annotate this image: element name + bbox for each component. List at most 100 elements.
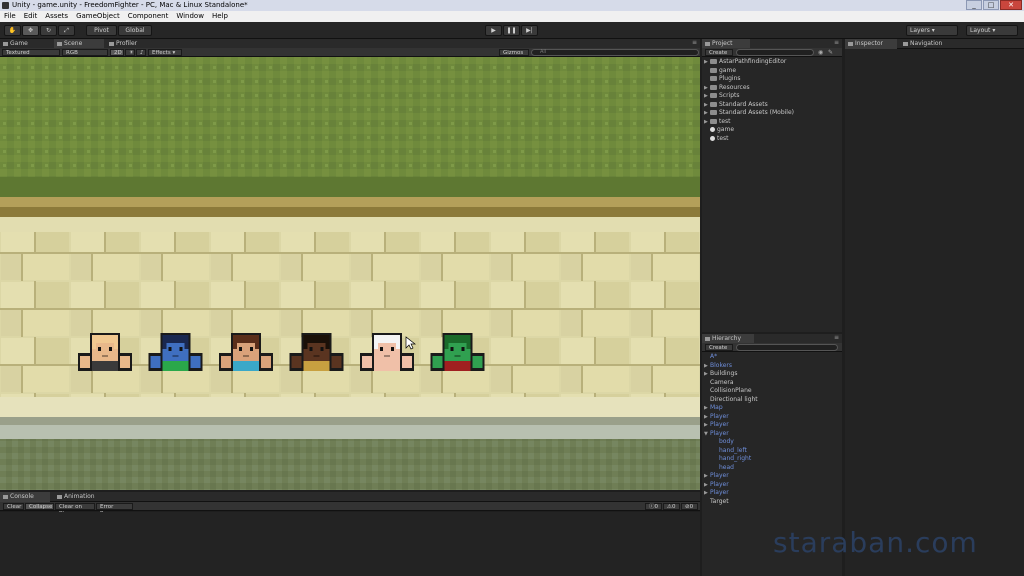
play-button[interactable]: ▶ (485, 25, 502, 36)
rotate-tool-button[interactable]: ↻ (40, 25, 57, 36)
tab-profiler-label: Profiler (116, 40, 138, 47)
eye (391, 347, 394, 351)
hierarchy-item[interactable]: A* (704, 353, 842, 362)
console-clear-on-play-button[interactable]: Clear on Play (55, 503, 95, 517)
mouth (102, 355, 108, 357)
error-count-toggle[interactable]: ⊘0 (681, 503, 698, 510)
filter-label-icon[interactable]: ✎ (828, 48, 833, 57)
hierarchy-item[interactable]: ▶ Blokers (704, 362, 842, 371)
maximize-button[interactable]: □ (983, 0, 999, 10)
console-collapse-button[interactable]: Collapse (25, 503, 54, 510)
hierarchy-item[interactable]: ▶ Buildings (704, 370, 842, 379)
layers-dropdown[interactable]: Layers ▾ (906, 25, 958, 36)
step-button[interactable]: ▶| (521, 25, 538, 36)
panel-menu-icon[interactable]: ≡ (834, 39, 839, 46)
render-mode-dropdown[interactable]: Textured (2, 49, 60, 56)
hierarchy-item-label: Player (710, 421, 729, 428)
project-item[interactable]: game (704, 126, 842, 135)
project-item[interactable]: Plugins (704, 75, 842, 84)
hierarchy-item[interactable]: ▶ Player (704, 421, 842, 430)
hierarchy-item[interactable]: ▶ Player (704, 413, 842, 422)
project-item-label: Resources (719, 83, 750, 91)
hierarchy-item[interactable]: Target (704, 498, 842, 507)
hierarchy-item[interactable]: ▶ Map (704, 404, 842, 413)
hierarchy-item[interactable]: body (704, 438, 842, 447)
scale-tool-button[interactable]: ⤢ (58, 25, 75, 36)
hierarchy-item[interactable]: hand_left (704, 447, 842, 456)
unity-scene-icon (710, 127, 715, 132)
menu-window[interactable]: Window (176, 11, 204, 22)
hierarchy-item[interactable]: ▶ Player (704, 489, 842, 498)
hierarchy-search-input[interactable] (736, 344, 838, 351)
hierarchy-item[interactable]: ▶ Player (704, 472, 842, 481)
console-log-area[interactable] (0, 512, 700, 576)
project-item[interactable]: ▶ AstarPathfindingEditor (704, 58, 842, 67)
project-item[interactable]: game (704, 67, 842, 76)
project-item-label: Standard Assets (719, 100, 768, 108)
project-create-button[interactable]: Create ▾ (705, 49, 733, 63)
menu-edit[interactable]: Edit (24, 11, 38, 22)
console-error-pause-button[interactable]: Error Pause (96, 503, 133, 517)
project-search-input[interactable] (736, 49, 814, 56)
audio-toggle[interactable]: ♪ (136, 49, 146, 56)
hierarchy-item[interactable]: ▼ Player (704, 430, 842, 439)
console-clear-button[interactable]: Clear (3, 503, 24, 510)
hierarchy-item[interactable]: head (704, 464, 842, 473)
project-item[interactable]: ▶ Resources (704, 84, 842, 93)
project-item[interactable]: ▶ Standard Assets (Mobile) (704, 109, 842, 118)
color-mode-dropdown[interactable]: RGB (62, 49, 108, 56)
menu-component[interactable]: Component (128, 11, 169, 22)
warning-count-toggle[interactable]: ⚠0 (663, 503, 680, 510)
layout-dropdown[interactable]: Layout ▾ (966, 25, 1018, 36)
hair (444, 335, 471, 343)
tab-inspector[interactable]: Inspector (845, 39, 897, 49)
panel-menu-icon[interactable]: ≡ (692, 39, 697, 46)
move-tool-button[interactable]: ✥ (22, 25, 39, 36)
log-count-toggle[interactable]: ⓘ0 (645, 503, 662, 510)
gizmos-dropdown[interactable]: Gizmos ▾ (499, 49, 529, 63)
hierarchy-item[interactable]: Directional light (704, 396, 842, 405)
hierarchy-item[interactable]: CollisionPlane (704, 387, 842, 396)
lighting-toggle[interactable]: ☀ (125, 49, 135, 56)
pivot-toggle[interactable]: Pivot (86, 25, 117, 36)
tab-console[interactable]: Console (0, 492, 50, 502)
menu-gameobject[interactable]: GameObject (76, 11, 120, 22)
folder-icon (710, 110, 717, 115)
scene-search-input[interactable]: All (531, 49, 699, 56)
hand-right (331, 356, 342, 368)
folder-icon (710, 67, 717, 73)
project-item[interactable]: ▶ Standard Assets (704, 101, 842, 110)
project-item[interactable]: ▶ Scripts (704, 92, 842, 101)
menu-file[interactable]: File (4, 11, 16, 22)
hair-side (255, 343, 259, 349)
filter-type-icon[interactable]: ◉ (818, 48, 823, 57)
project-item[interactable]: ▶ test (704, 118, 842, 127)
eye (109, 347, 112, 351)
global-toggle[interactable]: Global (118, 25, 152, 36)
menu-help[interactable]: Help (212, 11, 228, 22)
hierarchy-item-label: Directional light (710, 395, 758, 403)
pivot-label: Pivot (94, 27, 109, 34)
animation-icon (57, 495, 62, 499)
hierarchy-item-label: Buildings (710, 370, 738, 377)
close-button[interactable]: ✕ (1000, 0, 1022, 10)
pause-button[interactable]: ❚❚ (503, 25, 520, 36)
menu-bar: File Edit Assets GameObject Component Wi… (0, 11, 1024, 22)
hand-tool-button[interactable]: ✋ (4, 25, 21, 36)
minimize-button[interactable]: _ (966, 0, 982, 10)
project-item[interactable]: test (704, 135, 842, 144)
2d-toggle[interactable]: 2D (110, 49, 124, 56)
effects-dropdown[interactable]: Effects ▾ (148, 49, 182, 56)
mouth (384, 355, 390, 357)
project-item-label: Plugins (719, 75, 741, 82)
tab-navigation[interactable]: Navigation (900, 39, 958, 49)
hierarchy-item[interactable]: Camera (704, 379, 842, 388)
tab-animation[interactable]: Animation (54, 492, 110, 502)
hair-side (444, 343, 449, 349)
panel-menu-icon[interactable]: ≡ (834, 334, 839, 341)
hierarchy-item[interactable]: ▶ Player (704, 481, 842, 490)
scene-view[interactable] (0, 57, 700, 490)
menu-assets[interactable]: Assets (45, 11, 68, 22)
hierarchy-create-button[interactable]: Create ▾ (705, 344, 733, 358)
hierarchy-item[interactable]: hand_right (704, 455, 842, 464)
